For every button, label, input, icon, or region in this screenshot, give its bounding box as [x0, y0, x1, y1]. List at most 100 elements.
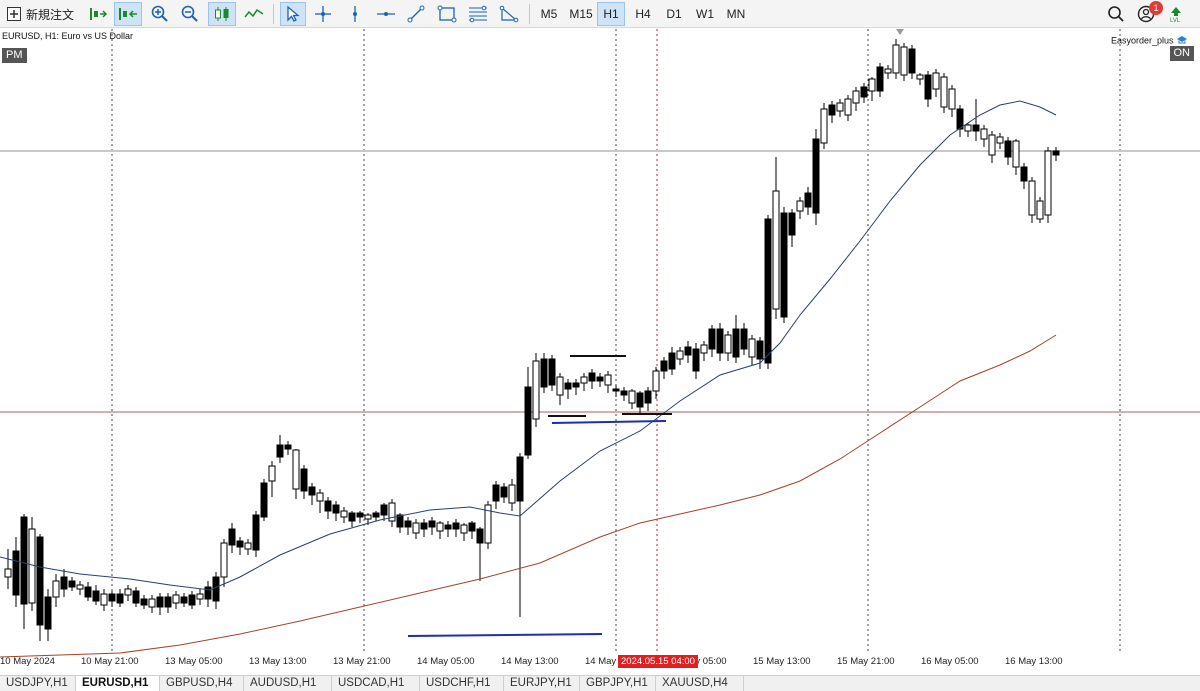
candle-body	[836, 102, 844, 112]
candlestick	[340, 507, 348, 523]
candle-body	[68, 580, 76, 588]
candlestick	[788, 209, 796, 247]
candle-body	[796, 200, 804, 212]
chart-canvas[interactable]	[0, 29, 1200, 675]
x-axis-label: 15 May 21:00	[837, 656, 895, 667]
candle-body	[132, 590, 140, 604]
candlestick	[148, 595, 156, 613]
candlestick	[100, 589, 108, 611]
horizontal-line-button[interactable]	[374, 2, 398, 26]
tab-xauusd-h4[interactable]: XAUUSD,H4	[656, 676, 744, 691]
candlestick	[948, 85, 956, 117]
candlestick	[980, 125, 988, 147]
candle-body	[428, 520, 436, 528]
algo-trading-button[interactable]	[86, 2, 110, 26]
tab-audusd-h1[interactable]: AUDUSD,H1	[244, 676, 332, 691]
candle-body	[908, 48, 916, 74]
candle-body	[772, 190, 780, 310]
search-button[interactable]	[1104, 2, 1128, 26]
candlestick	[724, 331, 732, 361]
candle-body	[20, 516, 28, 605]
candlestick	[68, 577, 76, 591]
zoom-in-button[interactable]	[148, 2, 172, 26]
new-order-button[interactable]: 新規注文	[6, 2, 80, 26]
line-chart-icon	[244, 7, 264, 21]
x-axis-label: 16 May 13:00	[1005, 656, 1063, 667]
candle-body	[116, 593, 124, 604]
new-order-icon	[6, 6, 22, 22]
shapes-button[interactable]	[496, 2, 522, 26]
candle-body	[828, 104, 836, 116]
candle-body	[204, 586, 212, 600]
candlestick	[348, 511, 356, 527]
trendline-icon	[407, 5, 425, 23]
candle-body	[684, 346, 692, 356]
timeframe-w1[interactable]: W1	[691, 2, 719, 26]
candle-body	[580, 376, 588, 384]
shapes-icon	[499, 5, 519, 23]
signal-button[interactable]: LVL	[1164, 2, 1188, 26]
fibonacci-button[interactable]	[464, 2, 492, 26]
candlestick	[476, 527, 484, 581]
tab-gbpjpy-h1[interactable]: GBPJPY,H1	[580, 676, 656, 691]
zoom-out-button[interactable]	[178, 2, 202, 26]
tab-usdcad-h1[interactable]: USDCAD,H1	[332, 676, 420, 691]
candlestick	[276, 435, 284, 463]
tab-eurjpy-h1[interactable]: EURJPY,H1	[504, 676, 580, 691]
candle-body	[628, 390, 636, 404]
candlestick	[756, 337, 764, 369]
candle-body	[932, 72, 940, 90]
candle-body	[548, 358, 556, 386]
candle-body	[508, 484, 516, 504]
candle-body	[1028, 180, 1036, 216]
candlestick	[596, 373, 604, 387]
candlestick	[44, 589, 52, 641]
candlestick	[180, 593, 188, 607]
one-click-button[interactable]	[114, 2, 142, 26]
tab-usdchf-h1[interactable]: USDCHF,H1	[420, 676, 504, 691]
timeframe-h4[interactable]: H4	[629, 2, 657, 26]
candle-body	[4, 568, 12, 578]
timeframe-h1[interactable]: H1	[597, 2, 625, 26]
timeframe-m5[interactable]: M5	[534, 2, 564, 26]
cursor-button[interactable]	[280, 2, 306, 26]
candlestick	[796, 197, 804, 219]
candlestick	[212, 572, 220, 609]
line-chart-button[interactable]	[242, 2, 266, 26]
candle-body	[596, 376, 604, 382]
candlestick	[524, 367, 532, 459]
candlestick	[884, 65, 892, 79]
notification-badge[interactable]: 1	[1149, 1, 1163, 15]
zoom-out-icon	[181, 5, 199, 23]
candlestick	[356, 511, 364, 523]
rectangle-button[interactable]	[434, 2, 460, 26]
candle-body	[380, 504, 388, 516]
timeframe-mn[interactable]: MN	[721, 2, 751, 26]
candle-body	[996, 136, 1004, 144]
timeframe-m15[interactable]: M15	[566, 2, 596, 26]
tab-usdjpy-h1[interactable]: USDJPY,H1	[0, 676, 76, 691]
candle-body	[188, 594, 196, 606]
candlestick	[1036, 197, 1044, 223]
candlestick	[452, 519, 460, 537]
candlestick	[4, 549, 12, 589]
trendline-button[interactable]	[404, 2, 428, 26]
crosshair-button[interactable]	[312, 2, 334, 26]
tab-eurusd-h1[interactable]: EURUSD,H1	[76, 676, 160, 691]
candlestick	[700, 341, 708, 361]
candle-body	[892, 44, 900, 74]
x-axis-label: 14 May	[585, 656, 617, 667]
candle-body	[476, 528, 484, 544]
candlestick	[316, 489, 324, 513]
price-chart[interactable]: EURUSD, H1: Euro vs US Dollar PM Easyord…	[0, 29, 1200, 675]
candle-body	[612, 388, 620, 392]
candles-button[interactable]	[208, 2, 236, 26]
vertical-line-button[interactable]	[344, 2, 366, 26]
candlestick	[540, 353, 548, 393]
timeframe-d1[interactable]: D1	[660, 2, 688, 26]
candle-body	[532, 360, 540, 420]
candle-body	[844, 98, 852, 116]
candle-body	[860, 86, 868, 98]
tab-gbpusd-h4[interactable]: GBPUSD,H4	[160, 676, 244, 691]
candlestick	[908, 45, 916, 79]
